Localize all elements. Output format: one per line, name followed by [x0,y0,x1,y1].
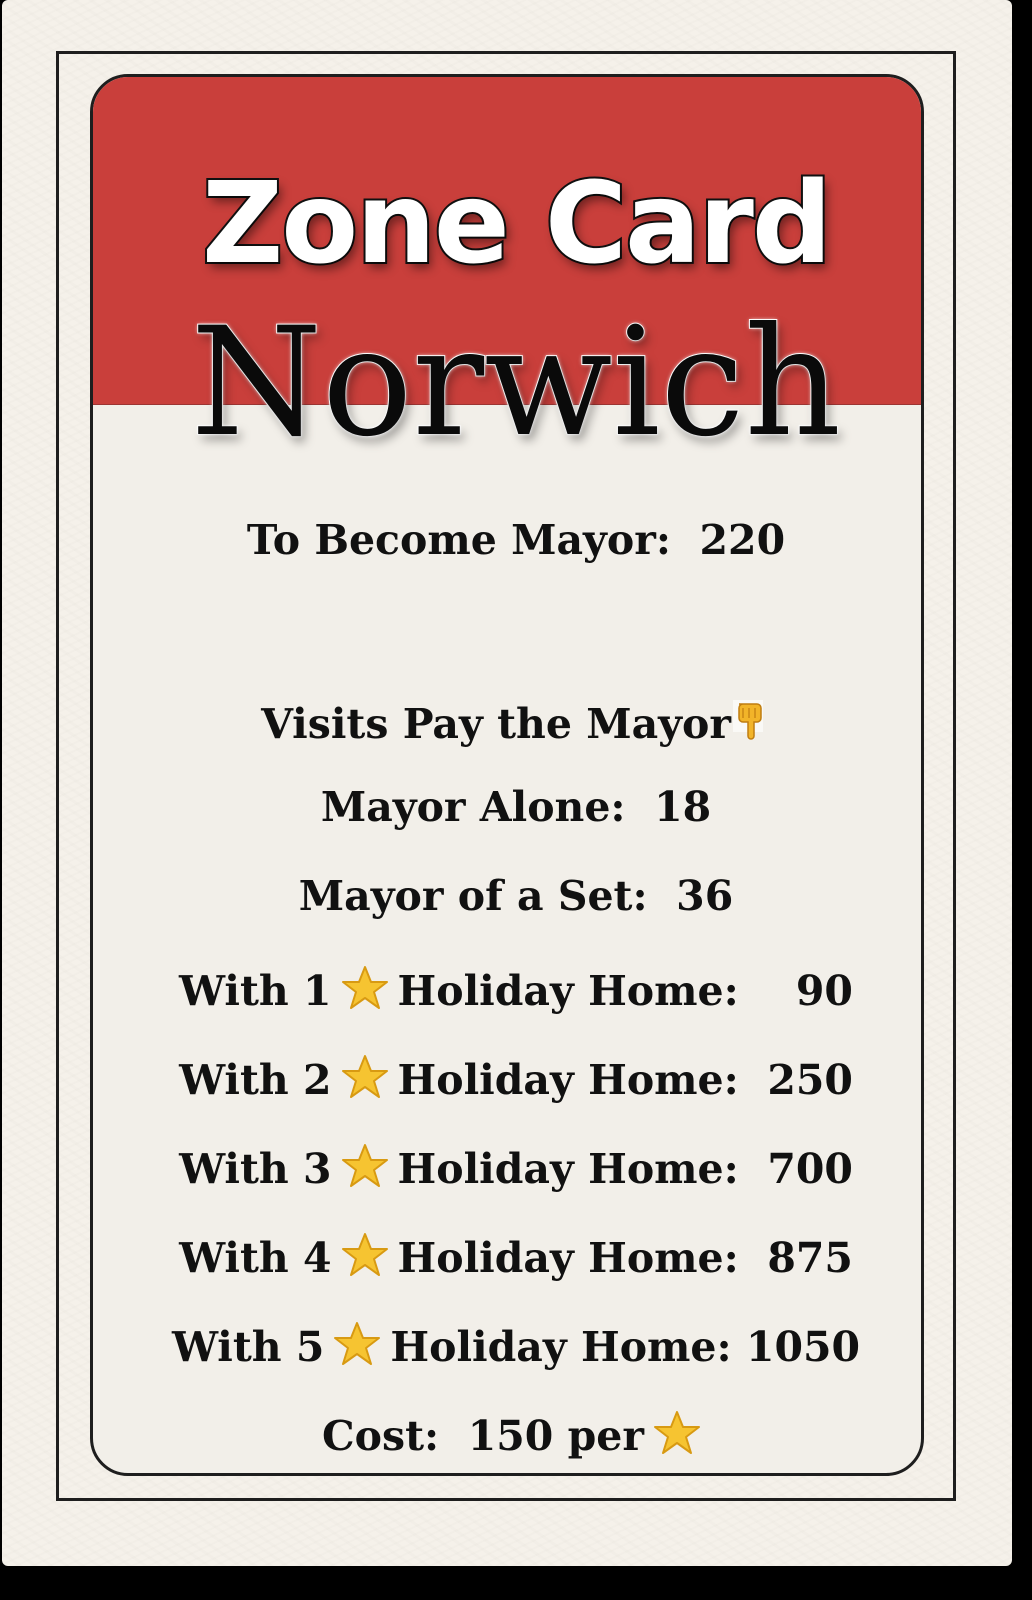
row-prefix: With 4 [179,1234,332,1282]
holiday-home-row: With 5 Holiday Home: 1050 [0,1321,1032,1368]
card-title: Zone Card [200,159,834,289]
pointing-down-hand-icon [732,700,763,740]
star-icon [653,1411,700,1454]
mayor-alone-rent: Mayor Alone: 18 [320,783,712,831]
row-value: 700 [767,1145,853,1193]
row-prefix: With 5 [171,1323,325,1371]
mayor-price: To Become Mayor: 220 [246,516,786,564]
holiday-home-row: With 1 Holiday Home: 90 [0,965,1032,1012]
row-prefix: With 1 [179,967,332,1015]
row-value: 90 [795,967,853,1015]
visits-heading-text: Visits Pay the Mayor [261,700,731,748]
city-name: Norwich [190,296,842,470]
row-label: Holiday Home: [397,1056,739,1104]
star-icon [341,1144,388,1187]
row-label: Holiday Home: [397,1145,739,1193]
row-label: Holiday Home: [390,1323,732,1371]
cost-text: Cost: 150 per [322,1412,644,1460]
holiday-home-row: With 3 Holiday Home: 700 [0,1143,1032,1190]
row-value: 250 [767,1056,853,1104]
holiday-home-row: With 2 Holiday Home: 250 [0,1054,1032,1101]
star-icon [341,966,388,1009]
row-label: Holiday Home: [397,1234,739,1282]
star-icon [341,1055,388,1098]
star-icon [334,1322,381,1365]
holiday-home-row: With 4 Holiday Home: 875 [0,1232,1032,1279]
row-value: 1050 [745,1323,861,1371]
mayor-set-rent: Mayor of a Set: 36 [298,872,734,920]
cost-line: Cost: 150 per [0,1410,1032,1457]
visits-heading: Visits Pay the Mayor [0,698,1032,745]
star-icon [341,1233,388,1276]
row-prefix: With 2 [179,1056,332,1104]
row-prefix: With 3 [179,1145,332,1193]
row-value: 875 [767,1234,853,1282]
row-label: Holiday Home: [397,967,739,1015]
